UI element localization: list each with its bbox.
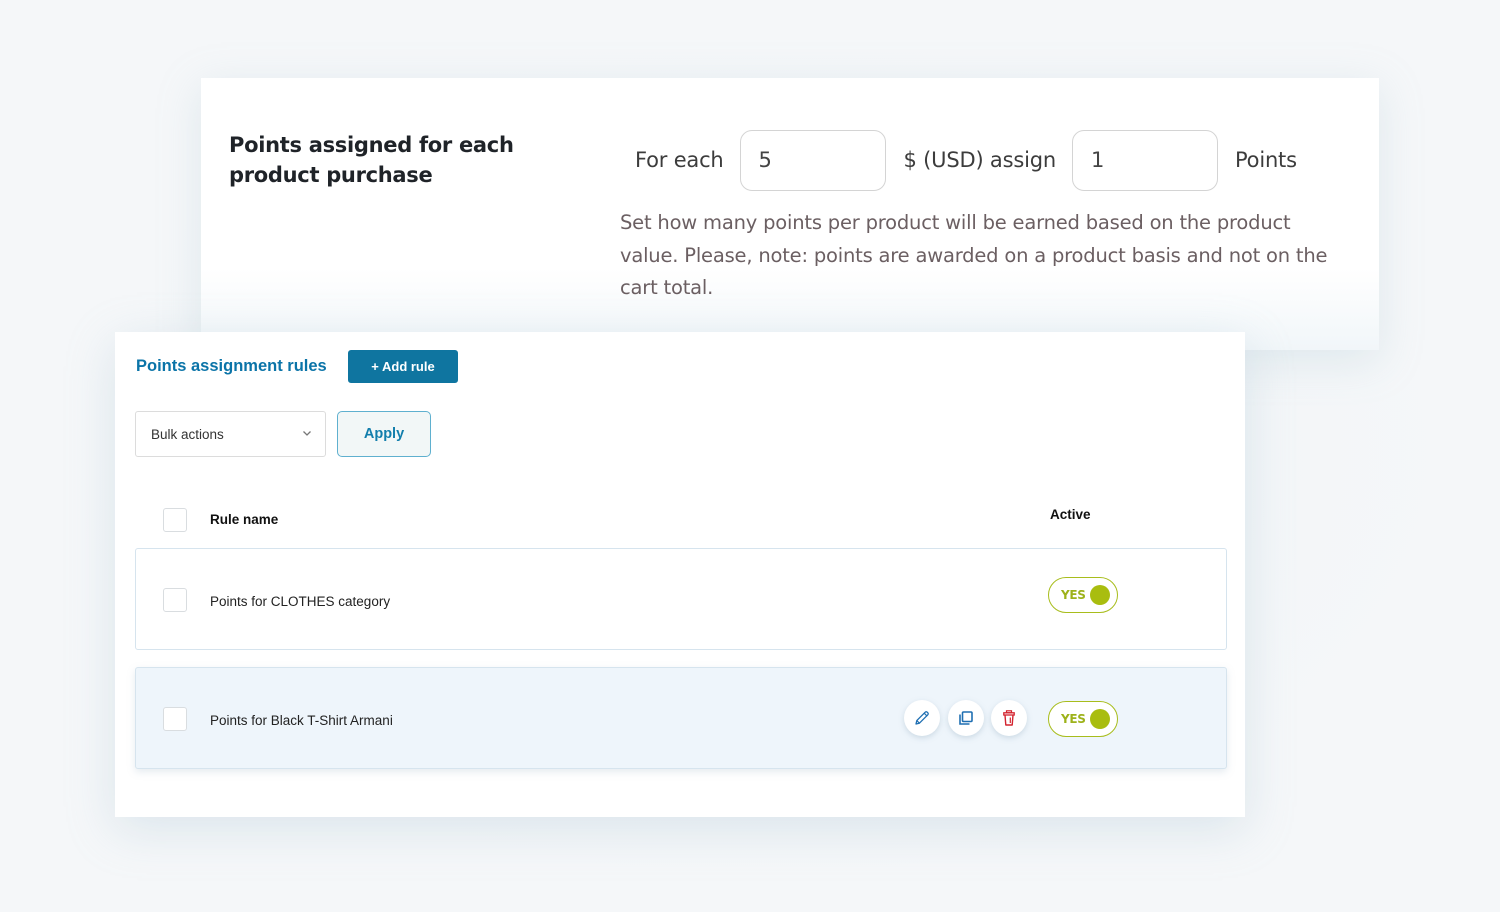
pencil-icon: [915, 711, 929, 725]
bulk-actions-select[interactable]: Bulk actions: [135, 411, 326, 457]
select-all-checkbox[interactable]: [163, 508, 187, 532]
chevron-down-icon: [303, 431, 311, 436]
bulk-actions-selected: Bulk actions: [151, 426, 224, 442]
row-checkbox[interactable]: [163, 588, 187, 612]
rule-name: Points for Black T-Shirt Armani: [210, 713, 393, 728]
copy-icon: [959, 711, 973, 725]
edit-rule-button[interactable]: [904, 700, 940, 736]
rule-row[interactable]: Points for Black T-Shirt Armani YES: [135, 667, 1227, 769]
delete-rule-button[interactable]: [991, 700, 1027, 736]
for-each-label: For each: [635, 148, 724, 172]
rule-row[interactable]: Points for CLOTHES category YES: [135, 548, 1227, 650]
duplicate-rule-button[interactable]: [948, 700, 984, 736]
toggle-knob: [1090, 585, 1110, 605]
amount-input[interactable]: [739, 129, 886, 191]
active-toggle[interactable]: YES: [1048, 701, 1118, 737]
points-description: Set how many points per product will be …: [620, 211, 1328, 299]
trash-icon: [1003, 710, 1015, 726]
column-header-rule-name: Rule name: [210, 512, 279, 527]
apply-button[interactable]: Apply: [337, 411, 431, 457]
row-checkbox[interactable]: [163, 707, 187, 731]
points-per-product-title: Points assigned for each product purchas…: [229, 133, 514, 187]
currency-assign-label: $ (USD) assign: [903, 148, 1057, 172]
toggle-label: YES: [1061, 588, 1086, 602]
points-label: Points: [1234, 148, 1297, 172]
add-rule-button[interactable]: + Add rule: [348, 350, 458, 383]
points-per-product-card: Points assigned for each product purchas…: [201, 78, 1379, 350]
rule-name: Points for CLOTHES category: [210, 594, 391, 609]
column-header-active: Active: [1050, 507, 1091, 522]
points-assignment-rules-card: Points assignment rules + Add rule Bulk …: [115, 332, 1245, 817]
points-rate-row: For each $ (USD) assign Points: [635, 129, 1297, 191]
active-toggle[interactable]: YES: [1048, 577, 1118, 613]
rules-title: Points assignment rules: [136, 357, 327, 375]
toggle-knob: [1090, 709, 1110, 729]
points-input[interactable]: [1071, 129, 1218, 191]
toggle-label: YES: [1061, 712, 1086, 726]
